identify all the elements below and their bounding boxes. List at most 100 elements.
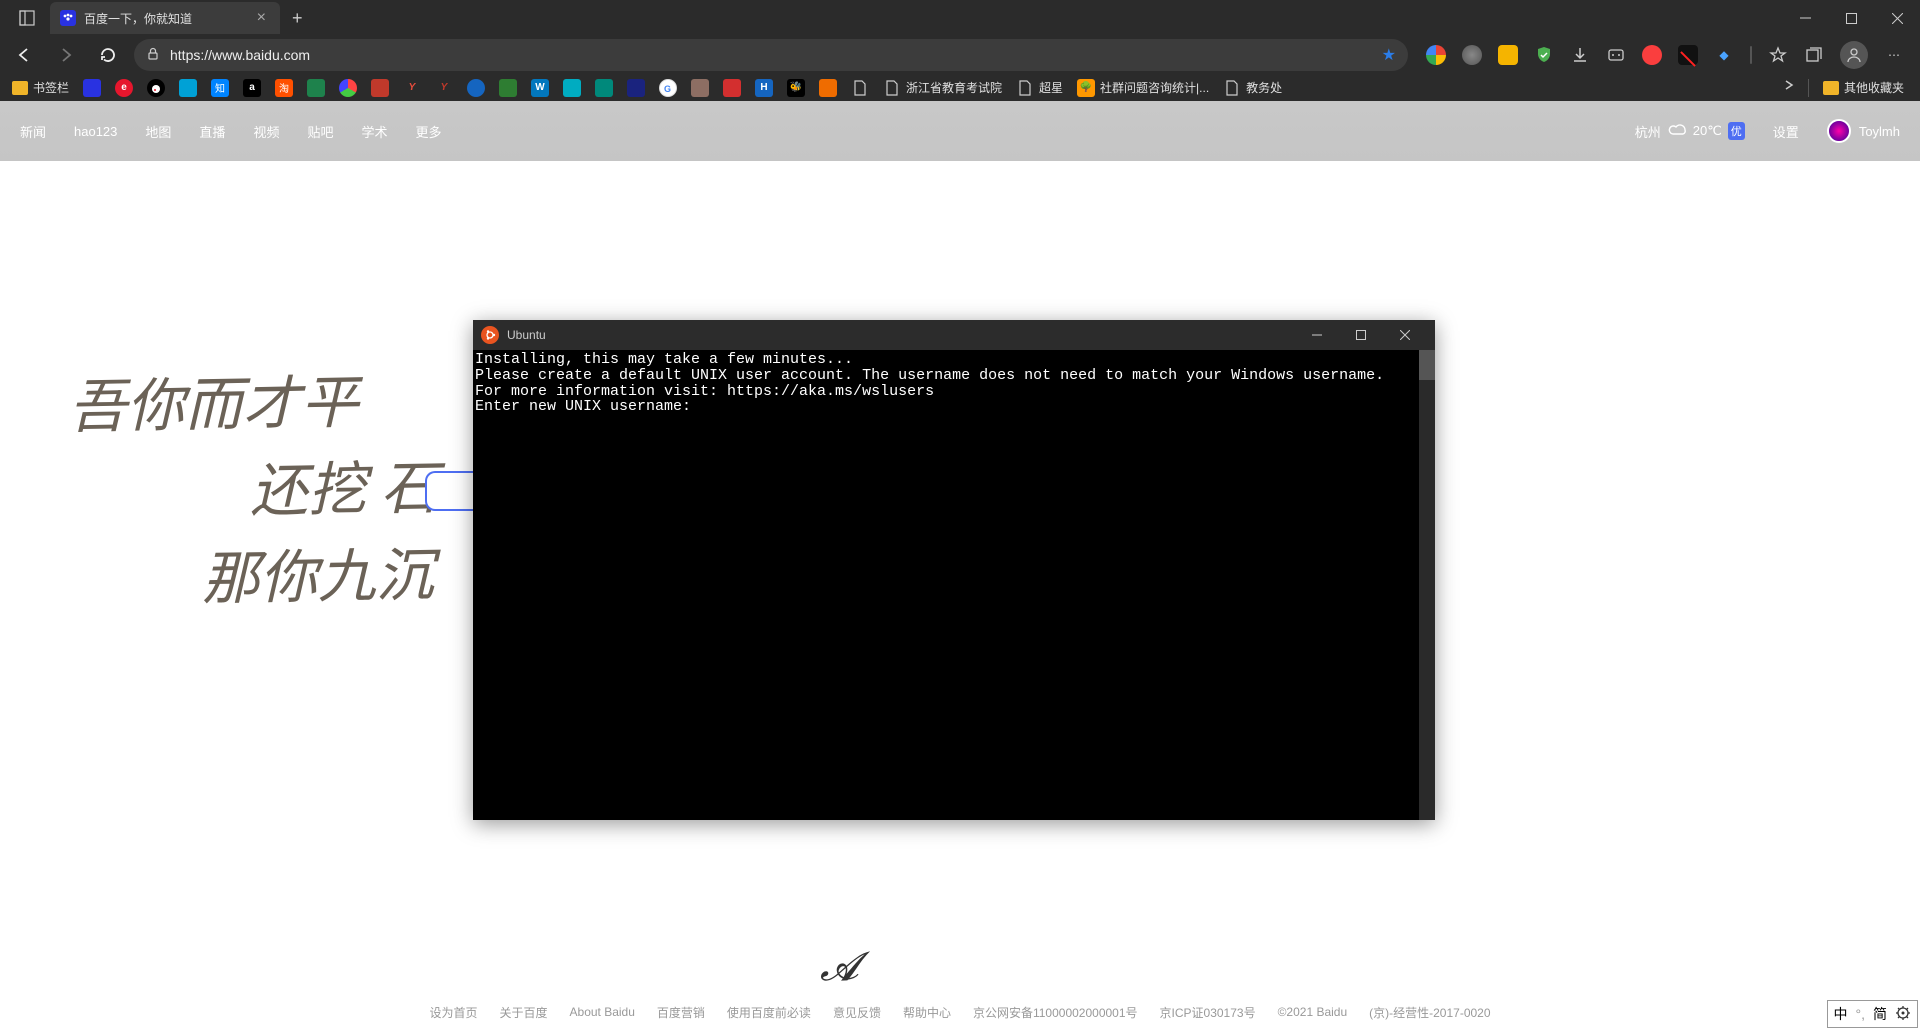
- new-tab-button[interactable]: +: [280, 8, 315, 29]
- bookmark-label: 教务处: [1246, 79, 1282, 96]
- bookmark-item[interactable]: [559, 77, 585, 99]
- bookmark-item[interactable]: W: [527, 77, 553, 99]
- bookmark-item[interactable]: [815, 77, 841, 99]
- nav-link[interactable]: 贴吧: [307, 122, 333, 141]
- bookmark-item[interactable]: [143, 77, 169, 99]
- extension-shield-icon[interactable]: [1534, 45, 1554, 65]
- footer-link[interactable]: About Baidu: [570, 1005, 635, 1019]
- bookmark-item[interactable]: [367, 77, 393, 99]
- nav-back-icon[interactable]: [8, 39, 40, 71]
- settings-link[interactable]: 设置: [1773, 122, 1799, 141]
- bookmark-item[interactable]: [335, 77, 361, 99]
- footer-link[interactable]: 设为首页: [429, 1004, 477, 1021]
- download-icon[interactable]: [1570, 45, 1590, 65]
- extension-icon[interactable]: ◆: [1714, 45, 1734, 65]
- bookmark-item[interactable]: 教务处: [1219, 77, 1286, 99]
- weather-city: 杭州: [1635, 122, 1661, 141]
- ime-settings-icon[interactable]: [1895, 1005, 1911, 1024]
- bookmarks-label[interactable]: 书签栏: [8, 77, 73, 98]
- bookmark-item[interactable]: [719, 77, 745, 99]
- weather-widget[interactable]: 杭州 20℃ 优: [1635, 122, 1745, 141]
- terminal-close-icon[interactable]: [1383, 320, 1427, 350]
- terminal-maximize-icon[interactable]: [1339, 320, 1383, 350]
- url-bar[interactable]: https://www.baidu.com ★: [134, 39, 1408, 71]
- bookmark-label: 超星: [1039, 79, 1063, 96]
- extension-icon[interactable]: [1426, 45, 1446, 65]
- bookmark-item[interactable]: [623, 77, 649, 99]
- nav-link[interactable]: 地图: [145, 122, 171, 141]
- favorites-icon[interactable]: [1768, 45, 1788, 65]
- bookmark-item[interactable]: 淘: [271, 77, 297, 99]
- user-menu[interactable]: Toylmh: [1827, 119, 1900, 143]
- extension-icon[interactable]: [1498, 45, 1518, 65]
- bookmark-item[interactable]: 知: [207, 77, 233, 99]
- terminal-title: Ubuntu: [507, 328, 546, 342]
- bookmark-item[interactable]: Y: [399, 77, 425, 99]
- bookmarks-overflow-icon[interactable]: [1776, 78, 1802, 97]
- bookmark-item[interactable]: [175, 77, 201, 99]
- tab-actions-icon[interactable]: [8, 0, 46, 36]
- ime-lang: 中: [1834, 1004, 1848, 1024]
- footer-link[interactable]: 使用百度前必读: [727, 1004, 811, 1021]
- footer-text: 京ICP证030173号: [1160, 1004, 1256, 1021]
- bookmark-item[interactable]: [495, 77, 521, 99]
- bookmark-item[interactable]: [687, 77, 713, 99]
- terminal-scrollbar[interactable]: [1419, 350, 1435, 820]
- footer-link[interactable]: 百度营销: [657, 1004, 705, 1021]
- bookmark-icon: [723, 79, 741, 97]
- terminal-titlebar[interactable]: Ubuntu: [473, 320, 1435, 350]
- bookmark-icon: [819, 79, 837, 97]
- weibo-icon[interactable]: [1642, 45, 1662, 65]
- menu-icon[interactable]: ⋯: [1884, 45, 1904, 65]
- scrollbar-thumb[interactable]: [1419, 350, 1435, 380]
- footer-link[interactable]: 意见反馈: [833, 1004, 881, 1021]
- tab-close-icon[interactable]: ×: [253, 9, 270, 27]
- nav-link[interactable]: 直播: [199, 122, 225, 141]
- bookmark-icon: H: [755, 79, 773, 97]
- bookmark-item[interactable]: [79, 77, 105, 99]
- terminal-body[interactable]: Installing, this may take a few minutes.…: [473, 350, 1435, 820]
- browser-tab-active[interactable]: 百度一下，你就知道 ×: [50, 2, 280, 34]
- extension-blocked-icon[interactable]: [1678, 45, 1698, 65]
- terminal-line: Please create a default UNIX user accoun…: [475, 368, 1433, 384]
- bookmark-item[interactable]: 🐝: [783, 77, 809, 99]
- other-bookmarks[interactable]: 其他收藏夹: [1815, 77, 1912, 98]
- bookmark-item[interactable]: 🌳社群问题咨询统计|...: [1073, 77, 1213, 99]
- nav-link[interactable]: 视频: [253, 122, 279, 141]
- bookmark-item[interactable]: [847, 77, 873, 99]
- bookmark-item[interactable]: Y: [431, 77, 457, 99]
- bookmark-icon: [499, 79, 517, 97]
- bookmark-item[interactable]: [463, 77, 489, 99]
- folder-icon: [12, 81, 28, 95]
- bookmark-icon: [467, 79, 485, 97]
- ime-indicator[interactable]: 中 °, 简: [1827, 1000, 1919, 1028]
- bookmark-item[interactable]: 超星: [1012, 77, 1067, 99]
- air-quality-badge: 优: [1728, 122, 1745, 140]
- nav-forward-icon[interactable]: [50, 39, 82, 71]
- extension-icon[interactable]: [1462, 45, 1482, 65]
- weather-cloud-icon: [1667, 122, 1687, 141]
- window-close-icon[interactable]: [1874, 0, 1920, 36]
- footer-link[interactable]: 关于百度: [500, 1004, 548, 1021]
- bookmark-item[interactable]: a: [239, 77, 265, 99]
- bookmark-item[interactable]: H: [751, 77, 777, 99]
- nav-link[interactable]: 新闻: [20, 122, 46, 141]
- bookmark-item[interactable]: e: [111, 77, 137, 99]
- profile-avatar[interactable]: [1840, 41, 1868, 69]
- collections-icon[interactable]: [1804, 45, 1824, 65]
- bookmark-item[interactable]: 浙江省教育考试院: [879, 77, 1006, 99]
- window-minimize-icon[interactable]: [1782, 0, 1828, 36]
- bookmark-item[interactable]: [303, 77, 329, 99]
- terminal-minimize-icon[interactable]: [1295, 320, 1339, 350]
- nav-link[interactable]: hao123: [74, 124, 117, 139]
- extension-icon[interactable]: [1606, 45, 1626, 65]
- nav-link[interactable]: 更多: [415, 122, 441, 141]
- window-maximize-icon[interactable]: [1828, 0, 1874, 36]
- nav-reload-icon[interactable]: [92, 39, 124, 71]
- bookmark-item[interactable]: [591, 77, 617, 99]
- bookmark-item[interactable]: G: [655, 77, 681, 99]
- footer-link[interactable]: 帮助中心: [903, 1004, 951, 1021]
- nav-link[interactable]: 学术: [361, 122, 387, 141]
- bilibili-icon: [179, 79, 197, 97]
- favorite-star-icon[interactable]: ★: [1382, 45, 1396, 65]
